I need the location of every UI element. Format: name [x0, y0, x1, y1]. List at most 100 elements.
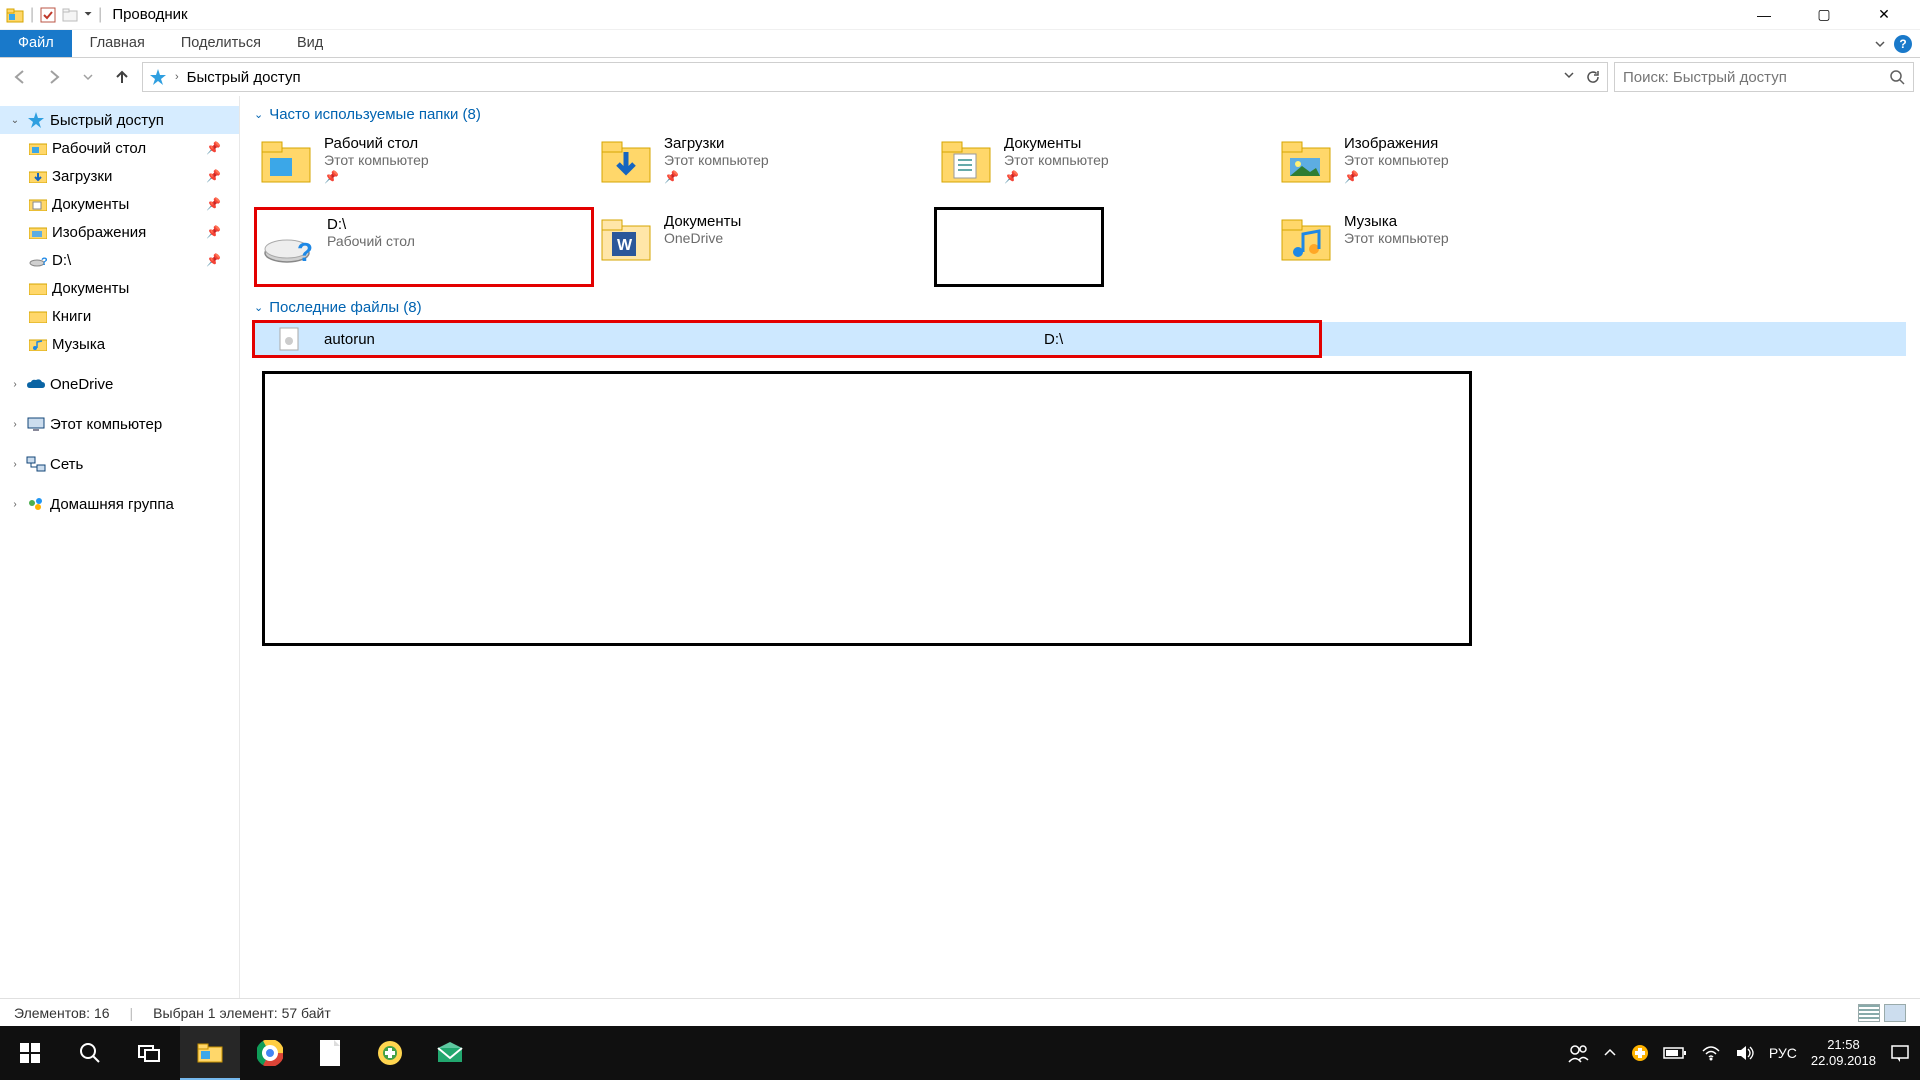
tray-clock[interactable]: 21:58 22.09.2018 — [1811, 1037, 1876, 1068]
file-name: autorun — [324, 331, 1044, 348]
chevron-right-icon[interactable]: › — [8, 499, 22, 510]
back-button[interactable] — [6, 63, 34, 91]
section-header-files[interactable]: ⌄ Последние файлы (8) — [254, 299, 1906, 316]
sidebar-item-label: Изображения — [52, 224, 146, 241]
folder-location: Этот компьютер — [664, 152, 769, 168]
tray-battery-icon[interactable] — [1663, 1046, 1687, 1060]
pin-icon: 📌 — [324, 170, 429, 184]
new-folder-icon[interactable] — [62, 7, 78, 23]
star-icon — [26, 111, 46, 129]
search-input[interactable] — [1623, 69, 1889, 86]
folder-name: Загрузки — [664, 135, 769, 152]
folder-tile[interactable]: МузыкаЭтот компьютер — [1274, 207, 1614, 287]
view-details-button[interactable] — [1858, 1004, 1880, 1022]
ribbon-tab-share[interactable]: Поделиться — [163, 30, 279, 57]
folder-name: D:\ — [327, 216, 415, 233]
refresh-button[interactable] — [1585, 69, 1601, 85]
tray-language[interactable]: РУС — [1769, 1045, 1797, 1061]
ribbon-tab-home[interactable]: Главная — [72, 30, 163, 57]
sidebar-item-drive-d[interactable]: ? D:\ 📌 — [0, 246, 239, 274]
file-row[interactable]: autorunD:\ — [254, 322, 1906, 356]
chevron-down-icon[interactable]: ⌄ — [8, 115, 22, 126]
sidebar-item-books[interactable]: Книги — [0, 302, 239, 330]
sidebar-item-pictures[interactable]: Изображения 📌 — [0, 218, 239, 246]
address-dropdown-icon[interactable] — [1563, 69, 1575, 85]
section-header-folders[interactable]: ⌄ Часто используемые папки (8) — [254, 106, 1906, 123]
qat-dropdown-icon[interactable]: ⏷ — [84, 9, 92, 20]
status-bar: Элементов: 16 | Выбран 1 элемент: 57 бай… — [0, 998, 1920, 1026]
folder-location: Этот компьютер — [324, 152, 429, 168]
sidebar-homegroup[interactable]: › Домашняя группа — [0, 490, 239, 518]
forward-button[interactable] — [40, 63, 68, 91]
svg-text:W: W — [617, 237, 633, 254]
taskbar-explorer[interactable] — [180, 1026, 240, 1080]
tray-shield-icon[interactable] — [1631, 1044, 1649, 1062]
qat-separator: | — [30, 6, 34, 24]
people-icon[interactable] — [1567, 1042, 1589, 1064]
recent-locations-button[interactable] — [74, 63, 102, 91]
view-large-icons-button[interactable] — [1884, 1004, 1906, 1022]
ribbon-tab-view[interactable]: Вид — [279, 30, 341, 57]
folder-tile[interactable]: ДокументыЭтот компьютер📌 — [934, 129, 1274, 193]
ribbon-collapse-icon[interactable] — [1874, 38, 1886, 50]
task-view-button[interactable] — [120, 1026, 180, 1080]
taskbar-360-icon[interactable] — [360, 1026, 420, 1080]
folder-name: Документы — [664, 213, 741, 230]
breadcrumb-root[interactable]: Быстрый доступ — [187, 69, 301, 86]
sidebar-item-label: Музыка — [52, 336, 105, 353]
folder-tile[interactable]: W ДокументыOneDrive — [594, 207, 934, 287]
taskbar-chrome[interactable] — [240, 1026, 300, 1080]
sidebar-item-music[interactable]: Музыка — [0, 330, 239, 358]
folder-icon — [28, 309, 48, 323]
pin-icon: 📌 — [206, 141, 221, 155]
chevron-right-icon[interactable]: › — [8, 459, 22, 470]
up-button[interactable] — [108, 63, 136, 91]
pictures-icon — [28, 225, 48, 239]
pin-icon: 📌 — [206, 253, 221, 267]
help-button[interactable]: ? — [1894, 35, 1912, 53]
pin-icon: 📌 — [664, 170, 769, 184]
sidebar-onedrive[interactable]: › OneDrive — [0, 370, 239, 398]
homegroup-icon — [26, 496, 46, 512]
taskbar-mail-icon[interactable] — [420, 1026, 480, 1080]
tray-wifi-icon[interactable] — [1701, 1045, 1721, 1061]
annotation-black-box-large — [262, 371, 1472, 646]
folder-tile[interactable]: ?D:\Рабочий стол — [254, 207, 594, 287]
maximize-button[interactable]: ▢ — [1794, 0, 1854, 30]
search-box[interactable] — [1614, 62, 1914, 92]
sidebar-item-documents[interactable]: Документы 📌 — [0, 190, 239, 218]
folder-tile[interactable]: ИзображенияЭтот компьютер📌 — [1274, 129, 1614, 193]
close-button[interactable]: ✕ — [1854, 0, 1914, 30]
taskbar-file-icon[interactable] — [300, 1026, 360, 1080]
chevron-right-icon[interactable]: › — [8, 419, 22, 430]
folder-tile[interactable]: ЗагрузкиЭтот компьютер 📌 — [594, 129, 934, 193]
sidebar-item-desktop[interactable]: Рабочий стол 📌 — [0, 134, 239, 162]
chevron-right-icon[interactable]: › — [8, 379, 22, 390]
tray-notifications-icon[interactable] — [1890, 1043, 1910, 1063]
minimize-button[interactable]: — — [1734, 0, 1794, 30]
start-button[interactable] — [0, 1026, 60, 1080]
folder-tile[interactable] — [934, 207, 1104, 287]
sidebar-item-label: Быстрый доступ — [50, 112, 164, 129]
pin-icon: 📌 — [1344, 170, 1449, 184]
folder-tile[interactable]: Рабочий столЭтот компьютер📌 — [254, 129, 594, 193]
sidebar-item-label: D:\ — [52, 252, 71, 269]
breadcrumb-caret-icon[interactable]: › — [175, 71, 179, 83]
sidebar-this-pc[interactable]: › Этот компьютер — [0, 410, 239, 438]
sidebar-network[interactable]: › Сеть — [0, 450, 239, 478]
search-icon[interactable] — [1889, 69, 1905, 85]
folder-location: OneDrive — [664, 230, 741, 246]
properties-icon[interactable] — [40, 7, 56, 23]
sidebar-item-downloads[interactable]: Загрузки 📌 — [0, 162, 239, 190]
tray-volume-icon[interactable] — [1735, 1044, 1755, 1062]
desktop-icon — [28, 141, 48, 155]
address-bar[interactable]: › Быстрый доступ — [142, 62, 1608, 92]
folder-location: Этот компьютер — [1344, 230, 1449, 246]
folder-location: Этот компьютер — [1004, 152, 1109, 168]
sidebar-quick-access[interactable]: ⌄ Быстрый доступ — [0, 106, 239, 134]
sidebar-item-documents-recent[interactable]: Документы — [0, 274, 239, 302]
search-button[interactable] — [60, 1026, 120, 1080]
tray-chevron-up-icon[interactable] — [1603, 1046, 1617, 1060]
ribbon-file-tab[interactable]: Файл — [0, 30, 72, 57]
main-split: ⌄ Быстрый доступ Рабочий стол 📌 Загрузки… — [0, 96, 1920, 998]
